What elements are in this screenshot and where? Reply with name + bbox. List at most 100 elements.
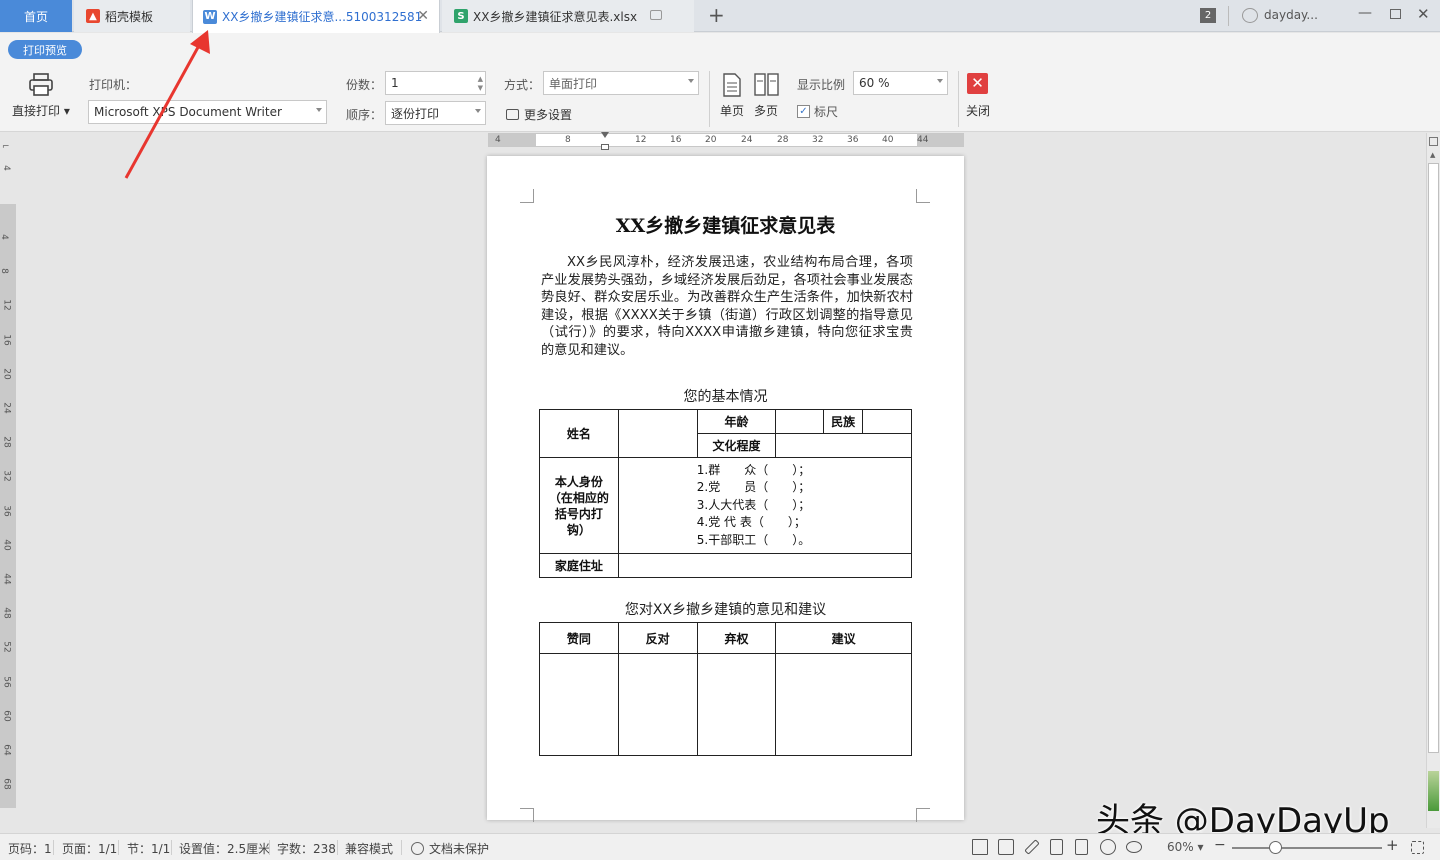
status-compat[interactable]: 兼容模式 (345, 840, 393, 857)
outline-view-icon[interactable] (1075, 839, 1088, 855)
status-protect-label: 文档未保护 (429, 842, 490, 856)
ruler-tick-label: 4 (0, 234, 9, 240)
identity-option: 4.党 代 表（ ）； (696, 515, 806, 530)
divider (958, 71, 959, 127)
copies-value: 1 (391, 76, 399, 90)
method-select[interactable]: 单面打印 (543, 71, 699, 95)
monitor-icon[interactable] (650, 10, 662, 20)
close-tab-icon[interactable]: ✕ (417, 8, 429, 24)
table-row: 赞同 反对 弃权 建议 (539, 622, 912, 654)
crop-mark (520, 808, 534, 822)
divider (337, 840, 338, 855)
ruler-tick-label: 4 (495, 135, 501, 145)
tab-spreadsheet[interactable]: S XX乡撤乡建镇征求意见表.xlsx (442, 0, 694, 32)
eye-protect-icon[interactable] (1126, 841, 1142, 853)
more-settings-button[interactable]: 更多设置 (506, 106, 572, 123)
tab-template-label: 稻壳模板 (105, 9, 154, 24)
printer-icon[interactable] (28, 73, 54, 97)
pen-icon[interactable] (1024, 839, 1040, 855)
agree-header: 赞同 (539, 622, 619, 654)
ruler-tick-label: 28 (777, 135, 789, 145)
indent-marker-icon[interactable] (601, 132, 609, 152)
order-select[interactable]: 逐份打印 (385, 101, 486, 125)
close-preview-icon[interactable]: ✕ (967, 73, 988, 94)
ruler-tick-label: 40 (882, 135, 894, 145)
divider (1228, 6, 1229, 26)
preview-page: XX乡撤乡建镇征求意见表 XX乡民风淳朴，经济发展迅速，农业结构布局合理，各项产… (487, 156, 964, 822)
status-setting[interactable]: 设置值：2.5厘米 (179, 840, 270, 857)
zoom-out-icon[interactable]: − (1214, 837, 1226, 853)
tab-home[interactable]: 首页 (0, 0, 72, 32)
abstain-cell (696, 653, 777, 756)
suggestion-header: 建议 (775, 622, 912, 654)
close-window-icon[interactable]: ✕ (1417, 5, 1430, 23)
status-protect[interactable]: 文档未保护 (411, 840, 489, 857)
fullscreen-icon[interactable] (972, 839, 988, 855)
copies-stepper[interactable]: 1 ▲ ▼ (385, 71, 486, 95)
zoom-select[interactable]: 60 % (853, 71, 948, 95)
zoom-dropdown[interactable]: 60% ▾ (1167, 840, 1204, 854)
close-preview-button[interactable]: 关闭 (966, 102, 990, 119)
minimize-icon[interactable]: — (1358, 5, 1372, 21)
ruler-tick-label: 68 (1, 778, 12, 790)
ruler-tick-label: 40 (1, 539, 12, 551)
direct-print-button[interactable]: 直接打印 ▾ (12, 102, 70, 119)
page-view-icon[interactable] (1050, 839, 1063, 855)
order-value: 逐份打印 (391, 106, 440, 121)
tab-document-label: XX乡撤乡建镇征求意...5100312581 (222, 10, 423, 24)
order-label: 顺序： (346, 108, 383, 122)
vertical-scrollbar[interactable]: ▲ (1426, 133, 1440, 828)
username[interactable]: dayday... (1264, 8, 1318, 22)
suggestion-cell (775, 653, 912, 756)
divider (53, 840, 54, 855)
ruler-tick-label: 44 (1, 573, 12, 585)
method-label: 方式： (504, 78, 541, 92)
shield-icon (411, 842, 424, 855)
web-view-icon[interactable] (1100, 839, 1116, 855)
new-tab-button[interactable]: + (708, 3, 725, 27)
multi-page-button[interactable]: 多页 (754, 102, 778, 119)
fit-window-icon[interactable] (1411, 841, 1424, 854)
zoom-in-icon[interactable]: + (1386, 836, 1399, 854)
name-label: 姓名 (539, 409, 619, 458)
zoom-value: 60 % (859, 76, 890, 90)
identity-option: 2.党 员（ ）； (696, 480, 811, 495)
ruler-tick-label: 24 (1, 402, 12, 414)
identity-option: 5.干部职工（ ）。 (696, 532, 811, 547)
status-page[interactable]: 页码：1 (8, 840, 52, 857)
tab-document[interactable]: W XX乡撤乡建镇征求意...5100312581 ✕ (192, 0, 440, 33)
zoom-slider-thumb[interactable] (1269, 841, 1282, 854)
checkbox-checked-icon[interactable]: ✓ (797, 105, 810, 118)
ruler-tick-label: 20 (1, 368, 12, 380)
stepper-up-icon[interactable]: ▲ (478, 76, 483, 83)
ruler-tick-label: 32 (812, 135, 824, 145)
table-row: 本人身份（在相应的括号内打钩） 1.群 众（ ）； 2.党 员（ ）； 3.人大… (539, 457, 913, 554)
horizontal-ruler[interactable]: 4 8 12 16 20 24 28 32 36 40 44 (488, 133, 964, 147)
identity-option: 1.群 众（ ）； (696, 462, 811, 477)
ruler-tick-label: 28 (1, 436, 12, 448)
status-word-count[interactable]: 字数：238 (277, 840, 336, 857)
ruler-tick-label: 16 (670, 135, 682, 145)
ruler-tick-label: 56 (1, 675, 12, 688)
restore-icon[interactable] (1390, 9, 1401, 19)
stepper-down-icon[interactable]: ▼ (478, 85, 483, 92)
status-section[interactable]: 节：1/1 (127, 840, 170, 857)
scroll-thumb[interactable] (1428, 163, 1439, 753)
avatar-icon[interactable] (1242, 8, 1258, 23)
scroll-top-icon[interactable] (1429, 137, 1438, 146)
ruler-toggle[interactable]: ✓ 标尺 (797, 103, 838, 120)
scroll-up-icon[interactable]: ▲ (1430, 151, 1435, 159)
crop-mark (916, 189, 930, 203)
divider (118, 840, 119, 855)
vertical-ruler[interactable]: 48121620242832364044485256606468 (0, 204, 16, 808)
single-page-button[interactable]: 单页 (720, 102, 744, 119)
ruler-tick-label: 36 (847, 135, 859, 145)
single-page-icon[interactable] (722, 73, 742, 97)
zoom-slider[interactable] (1232, 847, 1382, 849)
ruler-tick-label: 20 (705, 135, 717, 145)
status-pages[interactable]: 页面：1/1 (62, 840, 117, 857)
multi-page-icon[interactable] (754, 73, 780, 97)
read-mode-icon[interactable] (998, 839, 1014, 855)
window-count-badge[interactable]: 2 (1200, 8, 1216, 23)
ruler-tick-label: 36 (1, 504, 12, 517)
